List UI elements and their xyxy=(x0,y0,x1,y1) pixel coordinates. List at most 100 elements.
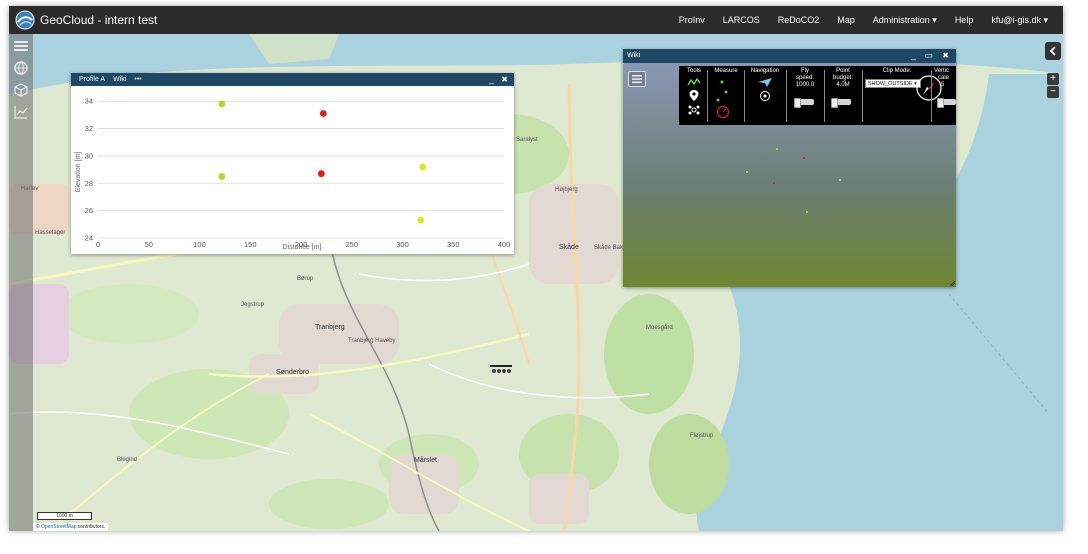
cube-icon[interactable] xyxy=(13,82,29,98)
fly-speed-slider[interactable] xyxy=(794,98,814,108)
map-marker-group-icon[interactable] xyxy=(489,364,513,376)
orbit-mode-icon[interactable] xyxy=(758,90,772,102)
measure-section: Measure xyxy=(709,68,743,119)
wiki-3d-panel: Wiki _ ▭ ✖ Tools Measure Navigation Fly … xyxy=(623,49,956,287)
toolbar-divider xyxy=(786,70,787,122)
wiki-panel-header: Wiki _ ▭ ✖ xyxy=(623,49,956,63)
nav-item-proinv[interactable]: ProInv xyxy=(670,15,714,25)
map-attribution: © OpenStreetMap contributors. xyxy=(33,523,109,531)
y-tick-label: 28 xyxy=(85,179,93,188)
map-label: Højbjerg xyxy=(555,187,578,193)
fly-speed-section: Fly speed: 1000.0 xyxy=(788,68,822,89)
profile-tool-icon[interactable] xyxy=(687,77,701,87)
geocloud-logo-icon xyxy=(15,10,35,30)
zoom-out-button[interactable]: − xyxy=(1047,86,1059,98)
data-point xyxy=(419,163,427,171)
x-tick-label: 350 xyxy=(447,240,460,249)
brand[interactable]: GeoCloud - intern test xyxy=(15,10,157,30)
tools-section: Tools xyxy=(683,68,705,116)
wiki-close-button[interactable]: ✖ xyxy=(942,49,949,62)
location-pin-icon[interactable] xyxy=(688,89,700,102)
map-label: Fløjstrup xyxy=(690,433,714,439)
y-axis-label: Elevation [m] xyxy=(75,152,82,193)
vertical-scale-slider[interactable] xyxy=(937,98,956,108)
resize-handle-icon[interactable] xyxy=(950,281,955,286)
map-label: Saralyst xyxy=(516,137,538,143)
toolbar-divider xyxy=(744,70,745,122)
fly-mode-icon[interactable] xyxy=(757,77,773,88)
viewer-menu-button[interactable] xyxy=(628,71,646,87)
x-tick-label: 150 xyxy=(244,240,257,249)
point-budget-section: Point budget: 4.0M xyxy=(826,68,860,89)
vertical-scale-section: Vertic cale 5 xyxy=(934,68,956,89)
chevron-left-icon xyxy=(1049,46,1056,56)
profile-panel-header: Profile A Wiki ••• _ ✖ xyxy=(71,73,514,86)
measure-tools-icon[interactable] xyxy=(711,75,741,119)
tab-profile-a[interactable]: Profile A xyxy=(79,76,105,83)
nav-item-larcos[interactable]: LARCOS xyxy=(714,15,769,25)
point-budget-slider[interactable] xyxy=(831,98,851,108)
collapse-panel-button[interactable] xyxy=(1045,42,1061,60)
map-label: Børup xyxy=(297,276,314,282)
y-tick-label: 34 xyxy=(85,97,93,106)
y-tick-label: 30 xyxy=(85,151,93,160)
vertical-scale-sublabel: cale xyxy=(938,75,950,81)
nav-menu: ProInv LARCOS ReDoCO2 Map Administration… xyxy=(670,6,1057,34)
pointcloud-point xyxy=(806,210,809,213)
zoom-in-button[interactable]: + xyxy=(1047,73,1059,85)
map-label: Skåde xyxy=(559,244,579,251)
pointcloud-point xyxy=(776,148,779,151)
nav-item-administration[interactable]: Administration ▾ xyxy=(864,15,946,26)
navigation-section: Navigation xyxy=(746,68,784,102)
toolbar-divider xyxy=(707,70,708,122)
wiki-panel-title: Wiki xyxy=(627,52,641,59)
nav-item-user-account[interactable]: kfu@i-gis.dk ▾ xyxy=(982,15,1057,26)
attribution-suffix: contributors. xyxy=(77,524,106,530)
fly-speed-label: Fly speed: xyxy=(795,68,814,81)
map-label: Hasselager xyxy=(35,230,66,236)
tab-wiki[interactable]: Wiki xyxy=(113,76,126,83)
point-budget-value: 4.0M xyxy=(836,82,850,88)
profile-close-button[interactable]: ✖ xyxy=(501,73,508,86)
profile-panel: Profile A Wiki ••• _ ✖ 24 26 28 30 32 34 0 50 1… xyxy=(71,73,514,254)
nav-item-help[interactable]: Help xyxy=(946,15,983,25)
wiki-maximize-button[interactable]: ▭ xyxy=(924,49,933,62)
profile-minimize-button[interactable]: _ xyxy=(489,73,494,86)
app-window: GeoCloud - intern test ProInv LARCOS ReD… xyxy=(9,6,1063,531)
layers-menu-icon[interactable] xyxy=(13,38,29,54)
map-label: Moesgård xyxy=(646,325,673,331)
y-tick-label: 26 xyxy=(85,206,93,215)
data-point xyxy=(319,110,327,117)
pointcloud-point xyxy=(746,170,749,173)
wiki-minimize-button[interactable]: _ xyxy=(911,49,916,62)
pointcloud-viewer[interactable]: Tools Measure Navigation Fly speed: 1000… xyxy=(623,63,956,287)
attribution-prefix: © xyxy=(36,524,40,530)
tab-more-button[interactable]: ••• xyxy=(134,76,141,83)
volume-tool-icon[interactable] xyxy=(687,104,701,116)
viewer-toolbar: Tools Measure Navigation Fly speed: 1000… xyxy=(679,66,956,125)
left-toolbar xyxy=(9,34,33,531)
nav-item-map[interactable]: Map xyxy=(828,15,864,25)
map-label: Sønderbro xyxy=(276,369,310,376)
line-chart-icon[interactable] xyxy=(13,104,29,120)
y-tick-label: 24 xyxy=(85,234,93,243)
y-axis-ticks: 24 26 28 30 32 34 xyxy=(85,97,93,243)
toolbar-divider xyxy=(931,70,932,122)
globe-icon[interactable] xyxy=(13,60,29,76)
pointcloud-point xyxy=(839,179,842,182)
chart-grid xyxy=(98,100,504,239)
app-title: GeoCloud - intern test xyxy=(40,13,158,27)
clip-mode-section: Clip Mode: xyxy=(874,68,920,75)
vertical-scale-value: 5 xyxy=(941,82,945,88)
x-tick-label: 100 xyxy=(193,240,206,249)
clip-mode-value: SHOW_OUTSIDE xyxy=(868,81,913,87)
nav-item-redoco2[interactable]: ReDoCO2 xyxy=(769,15,829,25)
toolbar-divider xyxy=(862,70,863,122)
tools-label: Tools xyxy=(686,68,701,74)
map-label: Jegstrup xyxy=(241,302,265,308)
x-tick-label: 250 xyxy=(345,240,358,249)
clip-mode-label: Clip Mode: xyxy=(882,68,912,74)
osm-link[interactable]: OpenStreetMap xyxy=(41,524,76,530)
y-tick-label: 32 xyxy=(85,124,93,133)
clip-mode-select[interactable]: SHOW_OUTSIDE ▾ xyxy=(865,79,921,88)
